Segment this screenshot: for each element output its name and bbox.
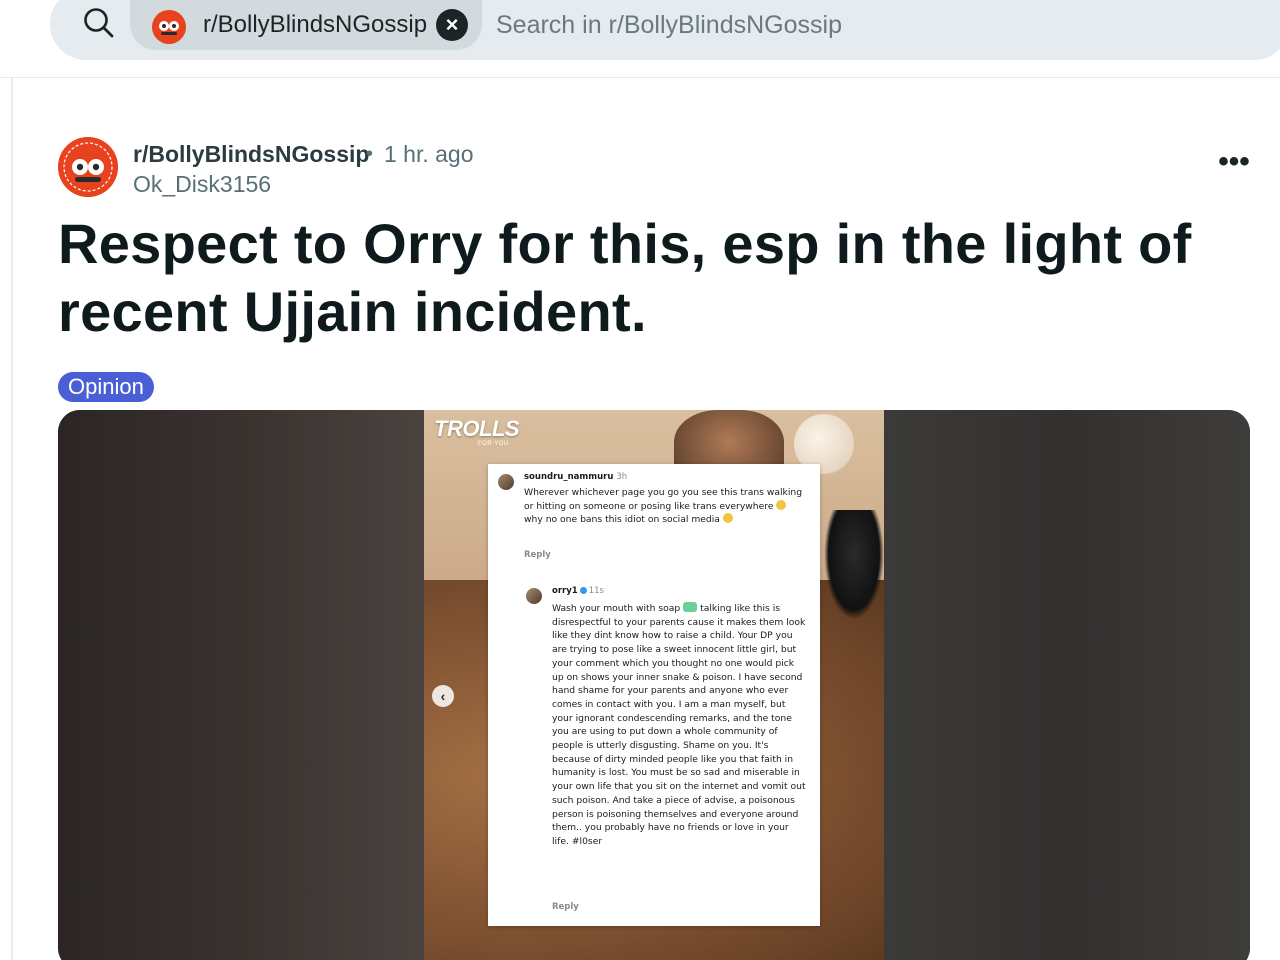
comment-username: soundru_nammuru 3h bbox=[524, 472, 627, 482]
reply-link[interactable]: Reply bbox=[552, 902, 579, 912]
photo-microphone bbox=[824, 510, 884, 620]
post-timestamp: 1 hr. ago bbox=[384, 141, 474, 167]
sidebar-divider bbox=[11, 78, 13, 960]
top-search-bar: r/BollyBlindsNGossip × bbox=[0, 0, 1280, 78]
reply-body: Wash your mouth with soap talking like t… bbox=[552, 602, 808, 849]
verified-badge-icon bbox=[579, 587, 587, 594]
chevron-left-icon[interactable]: ‹ bbox=[432, 685, 454, 707]
comment-username-text: soundru_nammuru bbox=[524, 472, 614, 482]
subreddit-icon bbox=[152, 10, 186, 44]
media-gallery[interactable]: TROLLS FOR YOU ‹ soundru_nammuru 3h Wher… bbox=[58, 410, 1250, 960]
more-options-button[interactable]: ••• bbox=[1214, 147, 1254, 182]
search-icon[interactable] bbox=[82, 6, 116, 40]
reply-text-cont: talking like this is disrespectful to yo… bbox=[552, 603, 806, 847]
comment-text: Wherever whichever page you go you see t… bbox=[524, 487, 803, 512]
gallery-blur-right bbox=[884, 410, 1250, 960]
reply-link[interactable]: Reply bbox=[524, 550, 551, 560]
emoji-icon bbox=[722, 513, 733, 524]
close-icon[interactable]: × bbox=[436, 9, 468, 41]
reply-avatar bbox=[526, 588, 542, 604]
reply-time: 11s bbox=[588, 586, 604, 596]
post-author-link[interactable]: Ok_Disk3156 bbox=[133, 169, 271, 199]
community-chip-label: r/BollyBlindsNGossip bbox=[203, 11, 428, 38]
reply-username: orry1 11s bbox=[552, 586, 604, 596]
gallery-blur-left bbox=[58, 410, 424, 960]
meta-separator: • bbox=[366, 143, 374, 165]
reply-text: Wash your mouth with soap bbox=[552, 603, 681, 614]
trolls-logo-tagline: FOR YOU bbox=[478, 441, 509, 447]
comment-body: Wherever whichever page you go you see t… bbox=[524, 486, 808, 527]
comment-time: 3h bbox=[616, 472, 628, 482]
comment-text-cont: why no one bans this idiot on social med… bbox=[524, 514, 720, 526]
post-title: Respect to Orry for this, esp in the lig… bbox=[58, 212, 1192, 343]
commenter-avatar bbox=[498, 474, 514, 490]
soap-emoji-icon bbox=[683, 602, 698, 612]
search-input[interactable] bbox=[496, 4, 1236, 46]
emoji-icon bbox=[776, 499, 787, 510]
comment-screenshot-card: soundru_nammuru 3h Wherever whichever pa… bbox=[488, 464, 820, 926]
subreddit-link[interactable]: r/BollyBlindsNGossip bbox=[133, 139, 369, 169]
reply-username-text: orry1 bbox=[552, 586, 578, 596]
post-flair[interactable]: Opinion bbox=[58, 372, 154, 402]
subreddit-avatar[interactable] bbox=[58, 137, 118, 197]
trolls-logo: TROLLS bbox=[434, 416, 520, 441]
